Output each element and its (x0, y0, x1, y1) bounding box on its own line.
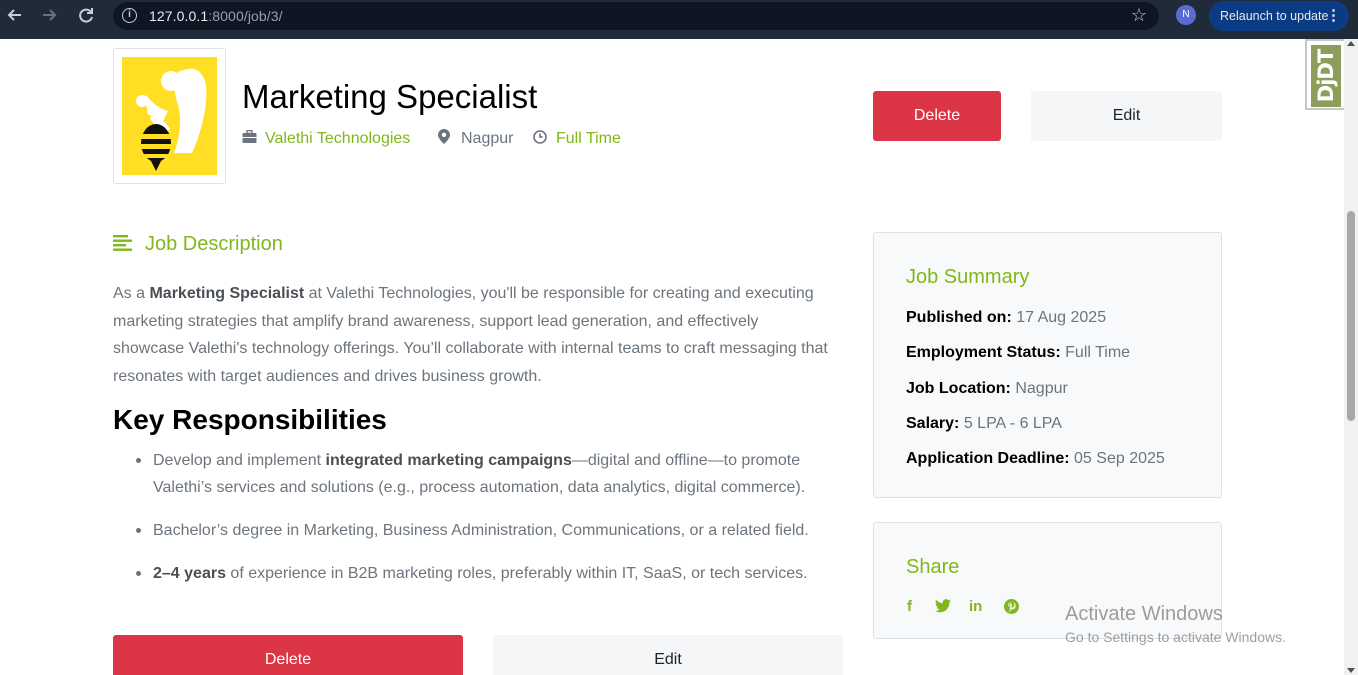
linkedin-icon[interactable]: in (969, 599, 982, 615)
facebook-icon[interactable]: f (907, 599, 912, 615)
published-row: Published on: 17 Aug 2025 (906, 309, 1107, 326)
list-item: 2–4 years of experience in B2B marketing… (113, 560, 833, 587)
job-location-row: Job Location: Nagpur (906, 380, 1068, 397)
debug-toolbar-label: DjDT (1314, 49, 1338, 103)
debug-toolbar-handle[interactable]: DjDT (1305, 39, 1344, 110)
company-logo (122, 57, 217, 175)
twitter-icon[interactable] (935, 599, 951, 615)
salary-row: Salary: 5 LPA - 6 LPA (906, 415, 1062, 432)
activate-windows-watermark: Activate Windows Go to Settings to activ… (1065, 603, 1286, 645)
job-title: Marketing Specialist (242, 78, 538, 115)
address-bar[interactable]: i 127.0.0.1:8000/job/3/ ☆ (113, 2, 1159, 30)
profile-avatar[interactable]: N (1176, 5, 1196, 25)
scroll-thumb[interactable] (1347, 211, 1355, 421)
align-left-icon (113, 234, 133, 252)
responsibilities-list: Develop and implement integrated marketi… (113, 447, 833, 603)
delete-button[interactable]: Delete (873, 91, 1001, 141)
key-responsibilities-heading: Key Responsibilities (113, 404, 387, 435)
edit-button-bottom[interactable]: Edit (493, 635, 843, 675)
list-item: Bachelor’s degree in Marketing, Business… (113, 517, 833, 544)
kebab-menu-icon: ⋮ (1326, 7, 1341, 24)
company-logo-frame (113, 48, 226, 184)
edit-button[interactable]: Edit (1031, 91, 1222, 141)
job-summary-heading: Job Summary (906, 266, 1030, 288)
application-deadline-row: Application Deadline: 05 Sep 2025 (906, 450, 1165, 467)
list-item: Develop and implement integrated marketi… (113, 447, 833, 501)
forward-arrow-icon[interactable] (38, 4, 60, 26)
scroll-down-arrow-icon[interactable] (1347, 668, 1355, 673)
back-arrow-icon[interactable] (4, 4, 26, 26)
page-scrollbar[interactable] (1344, 39, 1358, 675)
job-summary-card: Job Summary Published on: 17 Aug 2025 Em… (873, 232, 1222, 498)
star-icon[interactable]: ☆ (1131, 5, 1147, 26)
job-description-text: As a Marketing Specialist at Valethi Tec… (113, 285, 828, 385)
site-info-icon[interactable]: i (122, 8, 137, 23)
job-type-link[interactable]: Full Time (533, 128, 621, 150)
job-description-heading: Job Description (113, 232, 283, 256)
clock-icon (533, 129, 547, 144)
url-text[interactable]: 127.0.0.1:8000/job/3/ (149, 8, 283, 24)
job-location: Nagpur (438, 128, 513, 150)
company-link[interactable]: Valethi Technologies (242, 128, 410, 150)
pinterest-icon[interactable] (1004, 599, 1019, 615)
browser-toolbar: i 127.0.0.1:8000/job/3/ ☆ N Relaunch to … (0, 0, 1358, 39)
relaunch-button[interactable]: Relaunch to update ⋮ (1209, 1, 1349, 31)
scroll-up-arrow-icon[interactable] (1347, 41, 1355, 46)
employment-status-row: Employment Status: Full Time (906, 344, 1131, 361)
map-pin-icon (438, 129, 452, 144)
reload-icon[interactable] (75, 4, 97, 26)
delete-button-bottom[interactable]: Delete (113, 635, 463, 675)
briefcase-icon (242, 129, 257, 143)
share-heading: Share (906, 556, 960, 578)
